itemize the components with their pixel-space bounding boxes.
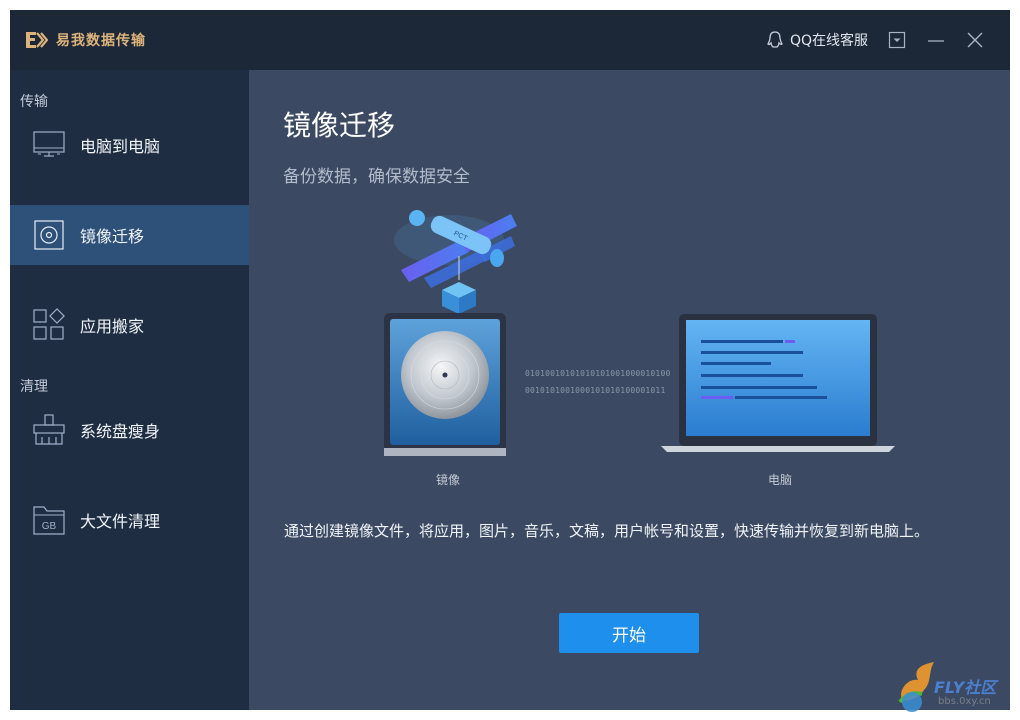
- qq-support-link[interactable]: QQ在线客服: [766, 29, 868, 51]
- apps-icon: [33, 308, 65, 340]
- feature-description: 通过创建镜像文件，将应用，图片，音乐，文稿，用户帐号和设置，快速传输并恢复到新电…: [284, 522, 930, 540]
- start-button[interactable]: 开始: [559, 613, 699, 653]
- titlebar: 易我数据传输 QQ在线客服: [10, 10, 1010, 70]
- gb-folder-icon: GB: [33, 506, 65, 535]
- sidebar-item-pc-to-pc[interactable]: 电脑到电脑: [10, 115, 249, 175]
- section-label-transfer: 传输: [20, 94, 48, 110]
- app-logo-icon: [26, 32, 48, 48]
- satellite-graphic: PCT: [394, 210, 517, 314]
- sidebar-item-system-slim[interactable]: 系统盘瘦身: [10, 400, 249, 460]
- section-label-clean: 清理: [20, 379, 48, 395]
- watermark: FLY社区 bbs.0xy.cn: [894, 656, 1014, 716]
- sidebar-item-label: 应用搬家: [80, 317, 145, 336]
- migration-illustration: PCT 01010010101010101001000010100 001010…: [249, 200, 1010, 500]
- sidebar-item-label: 电脑到电脑: [80, 137, 161, 156]
- qq-icon: [767, 31, 783, 48]
- binary-stream-line: 01010010101010101001000010100: [525, 369, 671, 378]
- sidebar-item-label: 系统盘瘦身: [80, 422, 161, 441]
- sidebar: 传输 电脑到电脑 镜像迁移 应用搬家 清理 系统盘瘦身 GB 大文件清理: [10, 70, 249, 710]
- sidebar-item-large-file-cleanup[interactable]: GB 大文件清理: [10, 490, 249, 550]
- page-subtitle: 备份数据，确保数据安全: [283, 167, 470, 187]
- tablet-disc-graphic: [384, 313, 506, 456]
- close-button[interactable]: [965, 30, 985, 50]
- sidebar-item-app-migration[interactable]: 应用搬家: [10, 295, 249, 355]
- sidebar-item-label: 镜像迁移: [80, 227, 145, 246]
- sidebar-item-label: 大文件清理: [80, 512, 161, 531]
- app-title: 易我数据传输: [56, 33, 146, 49]
- disc-icon: [34, 220, 64, 250]
- monitor-icon: [33, 131, 65, 157]
- app-window: 易我数据传输 QQ在线客服 传输 电脑到电脑 镜像迁移 应用搬家 清理 系统盘瘦…: [10, 10, 1010, 710]
- page-title: 镜像迁移: [283, 109, 396, 142]
- qq-support-label: QQ在线客服: [790, 33, 869, 49]
- computer-caption: 电脑: [768, 473, 793, 487]
- minimize-button[interactable]: [926, 30, 946, 50]
- illustration-graphic: PCT: [384, 210, 895, 456]
- sidebar-item-image-migration[interactable]: 镜像迁移: [10, 205, 249, 265]
- svg-text:GB: GB: [42, 521, 57, 532]
- dropdown-menu-button[interactable]: [887, 30, 907, 50]
- main-panel: 镜像迁移 备份数据，确保数据安全 PCT 0101001010101010100…: [249, 70, 1010, 710]
- watermark-logo-icon: [898, 662, 934, 712]
- image-caption: 镜像: [436, 473, 461, 487]
- binary-stream-line: 0010101001000101010100001011: [525, 386, 666, 395]
- laptop-graphic: [661, 314, 895, 452]
- brush-icon: [33, 414, 65, 445]
- watermark-url: bbs.0xy.cn: [938, 696, 991, 707]
- watermark-brand: FLY社区: [934, 678, 997, 697]
